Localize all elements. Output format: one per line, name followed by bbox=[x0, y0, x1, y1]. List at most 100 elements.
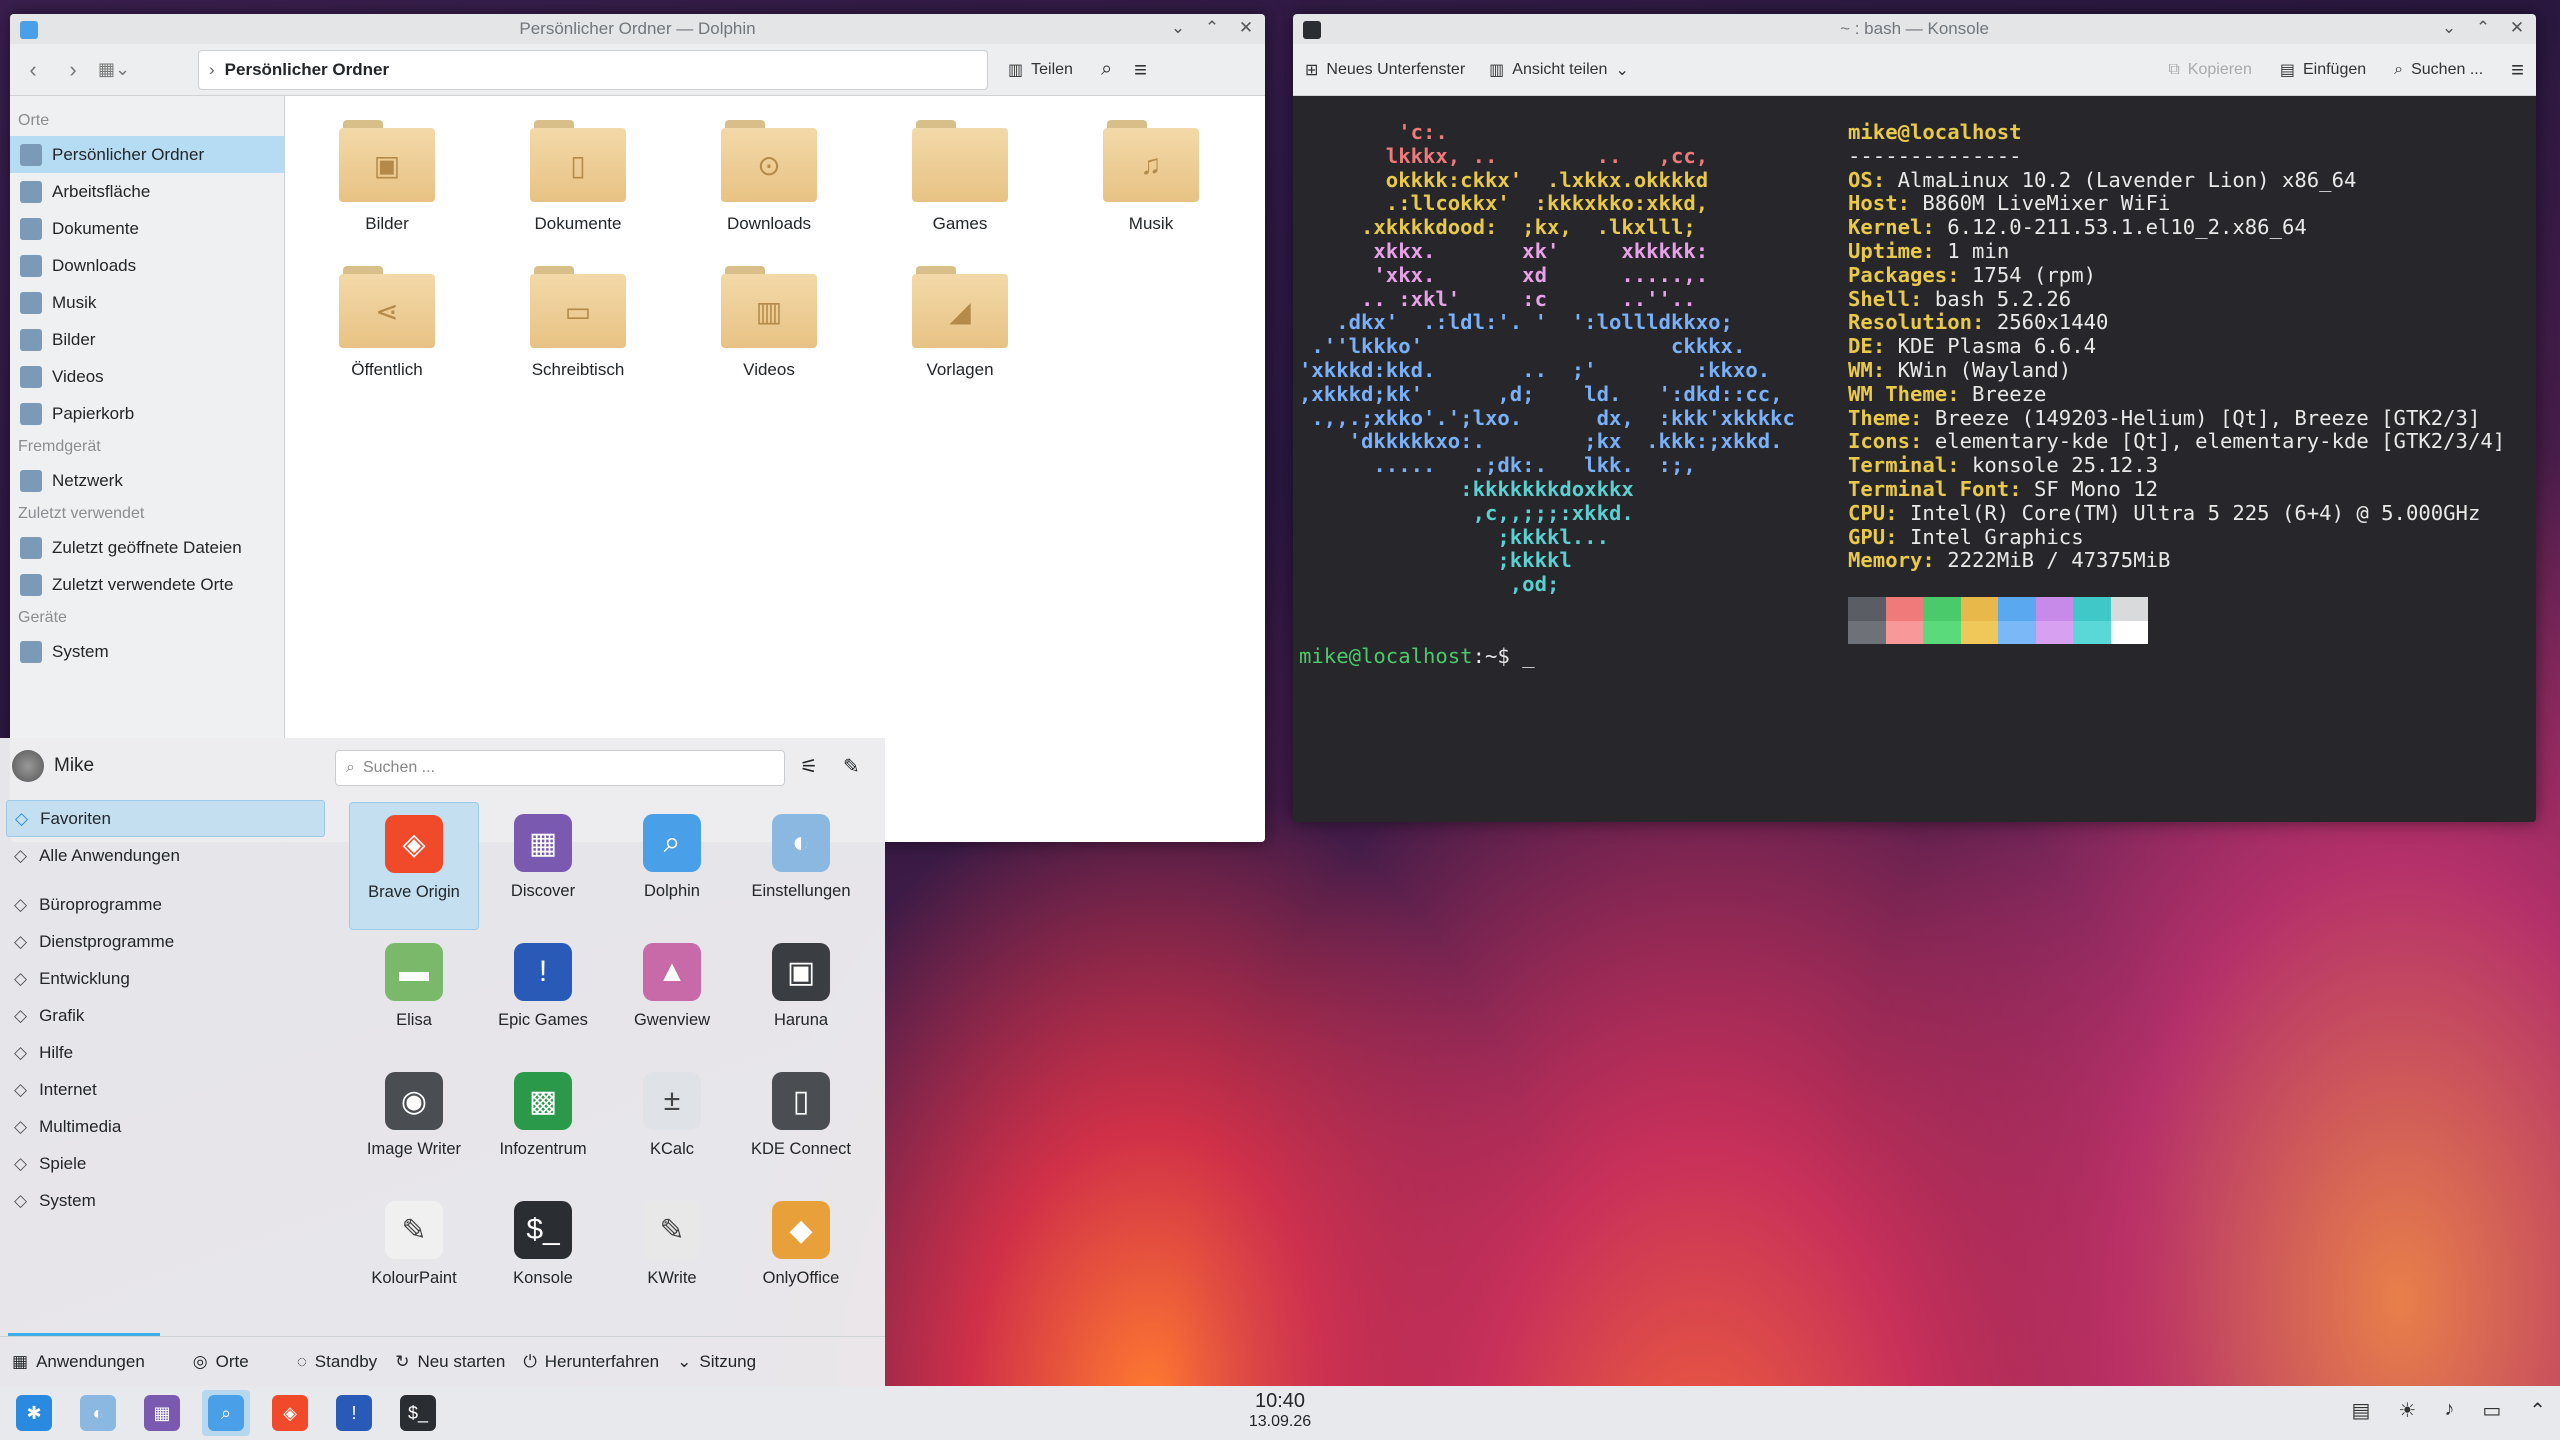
folder-item[interactable]: ▥ Videos bbox=[694, 266, 844, 380]
back-icon[interactable]: ‹ bbox=[18, 57, 48, 83]
footer-sleep-button[interactable]: ◌ Standby bbox=[297, 1352, 378, 1372]
taskbar-settings[interactable]: ◐ bbox=[74, 1390, 122, 1436]
app-item[interactable]: ▯ KDE Connect bbox=[736, 1060, 866, 1188]
taskbar-discover[interactable]: ▦ bbox=[138, 1390, 186, 1436]
app-item[interactable]: ! Epic Games bbox=[478, 931, 608, 1059]
clock[interactable]: 10:40 13.09.26 bbox=[1210, 1390, 1350, 1431]
category-item[interactable]: ◇ System bbox=[0, 1182, 335, 1219]
places-item[interactable]: System bbox=[10, 633, 284, 670]
folder-item[interactable]: ♫ Musik bbox=[1076, 120, 1226, 234]
places-item[interactable]: Bilder bbox=[10, 321, 284, 358]
forward-icon[interactable]: › bbox=[58, 57, 88, 83]
category-item[interactable]: ◇ Entwicklung bbox=[0, 960, 335, 997]
new-tab-button[interactable]: ⊞ Neues Unterfenster bbox=[1305, 60, 1465, 80]
app-item[interactable]: ◈ Brave Origin bbox=[349, 802, 479, 930]
hamburger-menu-icon[interactable]: ≡ bbox=[2511, 57, 2524, 83]
hamburger-menu-icon[interactable]: ≡ bbox=[1134, 57, 1147, 83]
shell-prompt: mike@localhost:~$ _ bbox=[1299, 644, 1535, 669]
app-item[interactable]: ▣ Haruna bbox=[736, 931, 866, 1059]
footer-apps-button[interactable]: ▦ Anwendungen bbox=[12, 1352, 145, 1372]
places-item[interactable]: Musik bbox=[10, 284, 284, 321]
footer-restart-button[interactable]: ↻ Neu starten bbox=[395, 1352, 505, 1372]
app-item[interactable]: ▬ Elisa bbox=[349, 931, 479, 1059]
category-item[interactable]: ◇ Grafik bbox=[0, 997, 335, 1034]
minimize-icon[interactable]: ⌄ bbox=[2438, 18, 2460, 38]
filter-icon[interactable]: ⚟ bbox=[800, 754, 818, 779]
places-item[interactable]: Arbeitsfläche bbox=[10, 173, 284, 210]
terminal-area[interactable]: 'c:. lkkkx, .. .. ,cc, okkkk:ckkx' .lxkk… bbox=[1293, 96, 2536, 822]
minimize-icon[interactable]: ⌄ bbox=[1167, 18, 1189, 38]
folder-item[interactable]: ▯ Dokumente bbox=[503, 120, 653, 234]
search-input[interactable]: ⌕ Suchen ... bbox=[335, 750, 785, 786]
view-mode-icon[interactable]: ▦⌄ bbox=[98, 59, 130, 80]
konsole-titlebar[interactable]: ~ : bash — Konsole ⌄ ⌃ ✕ bbox=[1293, 14, 2536, 44]
expand-tray-icon[interactable]: ⌃ bbox=[2529, 1398, 2546, 1423]
places-item[interactable]: Videos bbox=[10, 358, 284, 395]
category-item[interactable]: ◇ Alle Anwendungen bbox=[0, 837, 335, 874]
info-value: konsole 25.12.3 bbox=[1972, 453, 2158, 478]
category-item[interactable]: ◇ Multimedia bbox=[0, 1108, 335, 1145]
close-icon[interactable]: ✕ bbox=[1235, 18, 1257, 38]
places-item[interactable]: Downloads bbox=[10, 247, 284, 284]
clipboard-icon[interactable]: ▤ bbox=[2351, 1398, 2370, 1423]
category-item[interactable]: ◇ Dienstprogramme bbox=[0, 923, 335, 960]
breadcrumb-current[interactable]: Persönlicher Ordner bbox=[225, 60, 389, 80]
taskbar-dolphin[interactable]: ⌕ bbox=[202, 1390, 250, 1436]
category-item[interactable]: ◇ Büroprogramme bbox=[0, 886, 335, 923]
search-icon[interactable]: ⌕ bbox=[1101, 58, 1112, 81]
folder-item[interactable]: Games bbox=[885, 120, 1035, 234]
palette-row bbox=[1848, 597, 2148, 621]
paste-button[interactable]: ▤ Einfügen bbox=[2280, 60, 2366, 80]
app-item[interactable]: $_ Konsole bbox=[478, 1189, 608, 1317]
footer-session-button[interactable]: ⌄ Sitzung bbox=[677, 1352, 756, 1372]
category-item[interactable]: ◇ Spiele bbox=[0, 1145, 335, 1182]
taskbar-konsole[interactable]: $_ bbox=[394, 1390, 442, 1436]
drive-icon bbox=[20, 640, 42, 663]
avatar[interactable] bbox=[12, 750, 44, 782]
app-item[interactable]: ± KCalc bbox=[607, 1060, 737, 1188]
close-icon[interactable]: ✕ bbox=[2506, 18, 2528, 38]
taskbar-epic-games[interactable]: ! bbox=[330, 1390, 378, 1436]
category-item[interactable]: ◇ Favoriten bbox=[6, 800, 325, 837]
app-item[interactable]: ▲ Gwenview bbox=[607, 931, 737, 1059]
dolphin-titlebar[interactable]: Persönlicher Ordner — Dolphin ⌄ ⌃ ✕ bbox=[10, 14, 1265, 44]
maximize-icon[interactable]: ⌃ bbox=[2472, 18, 2494, 38]
app-item[interactable]: ◐ Einstellungen bbox=[736, 802, 866, 930]
maximize-icon[interactable]: ⌃ bbox=[1201, 18, 1223, 38]
app-item[interactable]: ▩ Infozentrum bbox=[478, 1060, 608, 1188]
folder-item[interactable]: ⋖ Öffentlich bbox=[312, 266, 462, 380]
footer-places-button[interactable]: ◎ Orte bbox=[193, 1352, 249, 1372]
pin-icon[interactable]: ✎ bbox=[843, 754, 860, 779]
find-button[interactable]: ⌕ Suchen ... bbox=[2394, 61, 2483, 79]
app-item[interactable]: ◆ OnlyOffice bbox=[736, 1189, 866, 1317]
places-item[interactable]: Dokumente bbox=[10, 210, 284, 247]
folder-item[interactable]: ⊙ Downloads bbox=[694, 120, 844, 234]
folder-item[interactable]: ▭ Schreibtisch bbox=[503, 266, 653, 380]
volume-icon[interactable]: ♪ bbox=[2444, 1398, 2454, 1423]
display-icon[interactable]: ▭ bbox=[2482, 1398, 2501, 1423]
recent-places-icon bbox=[20, 573, 42, 596]
footer-shutdown-button[interactable]: ⏻ Herunterfahren bbox=[523, 1352, 659, 1372]
places-item[interactable]: Papierkorb bbox=[10, 395, 284, 432]
places-item[interactable]: Netzwerk bbox=[10, 462, 284, 499]
info-key: GPU bbox=[1848, 524, 1886, 549]
category-item[interactable]: ◇ Internet bbox=[0, 1071, 335, 1108]
breadcrumb[interactable]: › Persönlicher Ordner bbox=[198, 49, 988, 90]
split-view-button[interactable]: ▥ Ansicht teilen ⌄ bbox=[1489, 60, 1629, 80]
places-item[interactable]: Zuletzt verwendete Orte bbox=[10, 566, 284, 603]
app-item[interactable]: ✎ KWrite bbox=[607, 1189, 737, 1317]
split-button[interactable]: ▥ Teilen bbox=[1008, 60, 1073, 80]
brightness-icon[interactable]: ☀ bbox=[2398, 1398, 2416, 1423]
taskbar-app-launcher[interactable]: ✱ bbox=[10, 1390, 58, 1436]
places-item[interactable]: Zuletzt geöffnete Dateien bbox=[10, 529, 284, 566]
category-item[interactable]: ◇ Hilfe bbox=[0, 1034, 335, 1071]
folder-item[interactable]: ◢ Vorlagen bbox=[885, 266, 1035, 380]
taskbar-brave[interactable]: ◈ bbox=[266, 1390, 314, 1436]
app-item[interactable]: ▦ Discover bbox=[478, 802, 608, 930]
app-item[interactable]: ⌕ Dolphin bbox=[607, 802, 737, 930]
app-item[interactable]: ◉ Image Writer bbox=[349, 1060, 479, 1188]
app-item[interactable]: ✎ KolourPaint bbox=[349, 1189, 479, 1317]
places-item[interactable]: Persönlicher Ordner bbox=[10, 136, 284, 173]
copy-button[interactable]: ⧉ Kopieren bbox=[2168, 61, 2251, 79]
folder-item[interactable]: ▣ Bilder bbox=[312, 120, 462, 234]
